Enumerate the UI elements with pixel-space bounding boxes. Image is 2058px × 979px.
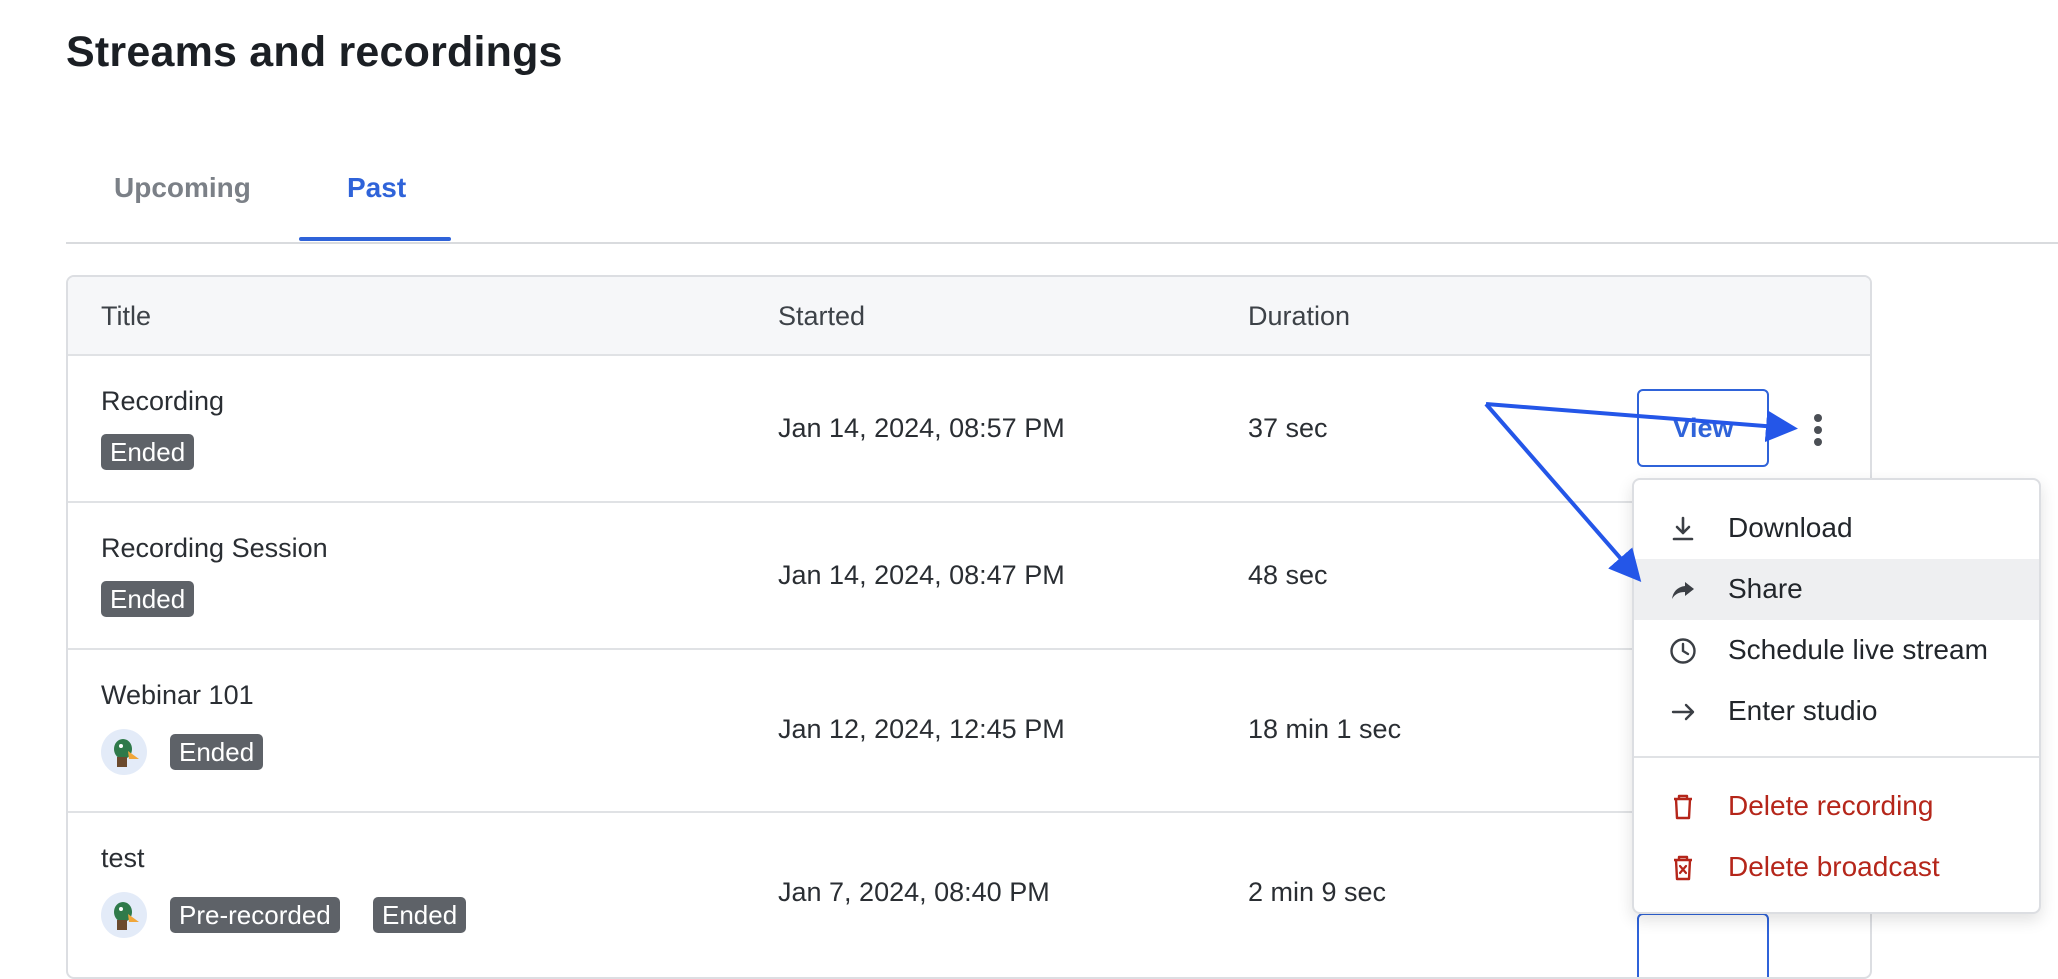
format-badge: Pre-recorded (170, 897, 340, 933)
tab-upcoming[interactable]: Upcoming (114, 172, 251, 204)
menu-item-enter-studio[interactable]: Enter studio (1634, 681, 2039, 742)
arrow-right-icon (1671, 703, 1695, 721)
download-icon (1672, 516, 1694, 541)
delete-broadcast-icon (1674, 855, 1692, 881)
status-badge: Ended (170, 734, 264, 770)
column-header-title[interactable]: Title (101, 301, 151, 332)
menu-label: Download (1728, 512, 1853, 543)
tabs: Upcoming Past (66, 150, 2058, 244)
row-started: Jan 14, 2024, 08:57 PM (778, 413, 1065, 443)
tab-past[interactable]: Past (347, 172, 406, 204)
row-title[interactable]: Recording Session (101, 533, 328, 564)
menu-item-delete-broadcast[interactable]: Delete broadcast (1634, 837, 2039, 898)
status-badge: Ended (373, 897, 467, 933)
more-options-icon[interactable] (1806, 410, 1830, 450)
share-icon (1672, 582, 1694, 599)
recordings-table: Title Started Duration Recording Ended J… (66, 275, 1872, 979)
row-started: Jan 7, 2024, 08:40 PM (778, 877, 1050, 907)
menu-label: Enter studio (1728, 695, 1878, 726)
page-title: Streams and recordings (66, 28, 563, 76)
menu-item-delete-recording[interactable]: Delete recording (1634, 776, 2039, 837)
row-started: Jan 12, 2024, 12:45 PM (778, 714, 1065, 744)
avatar (101, 729, 147, 775)
clock-icon (1670, 638, 1696, 664)
status-badge: Ended (101, 581, 195, 617)
status-badge: Ended (101, 434, 195, 470)
row-title[interactable]: Webinar 101 (101, 680, 254, 711)
row-duration: 48 sec (1248, 560, 1328, 590)
column-header-started[interactable]: Started (778, 301, 865, 332)
column-header-duration[interactable]: Duration (1248, 301, 1350, 332)
row-title[interactable]: Recording (101, 386, 224, 417)
table-row[interactable]: Recording Session Ended Jan 14, 2024, 08… (68, 503, 1870, 650)
active-tab-indicator (299, 237, 451, 241)
menu-divider (1634, 756, 2039, 758)
view-button[interactable]: View (1637, 389, 1769, 467)
table-row[interactable]: test Pre-recorded Ended Jan 7, 2024, 08:… (68, 813, 1870, 977)
table-header: Title Started Duration (68, 277, 1870, 356)
table-row[interactable]: Recording Ended Jan 14, 2024, 08:57 PM 3… (68, 356, 1870, 503)
row-actions-menu: Download Share Schedule live stream Ente… (1632, 478, 2041, 914)
menu-item-schedule-live-stream[interactable]: Schedule live stream (1634, 620, 2039, 681)
table-row[interactable]: Webinar 101 Ended Jan 12, 2024, 12:45 PM… (68, 650, 1870, 813)
view-button-partial[interactable] (1637, 913, 1769, 977)
menu-item-download[interactable]: Download (1634, 498, 2039, 559)
menu-item-share[interactable]: Share (1634, 559, 2039, 620)
row-title[interactable]: test (101, 843, 145, 874)
trash-icon (1674, 794, 1692, 820)
row-started: Jan 14, 2024, 08:47 PM (778, 560, 1065, 590)
avatar (101, 892, 147, 938)
menu-label: Schedule live stream (1728, 634, 1988, 665)
menu-label: Share (1728, 573, 1803, 604)
menu-label: Delete broadcast (1728, 851, 1940, 882)
row-duration: 18 min 1 sec (1248, 714, 1402, 744)
menu-label: Delete recording (1728, 790, 1934, 821)
row-duration: 2 min 9 sec (1248, 877, 1387, 907)
row-duration: 37 sec (1248, 413, 1328, 443)
